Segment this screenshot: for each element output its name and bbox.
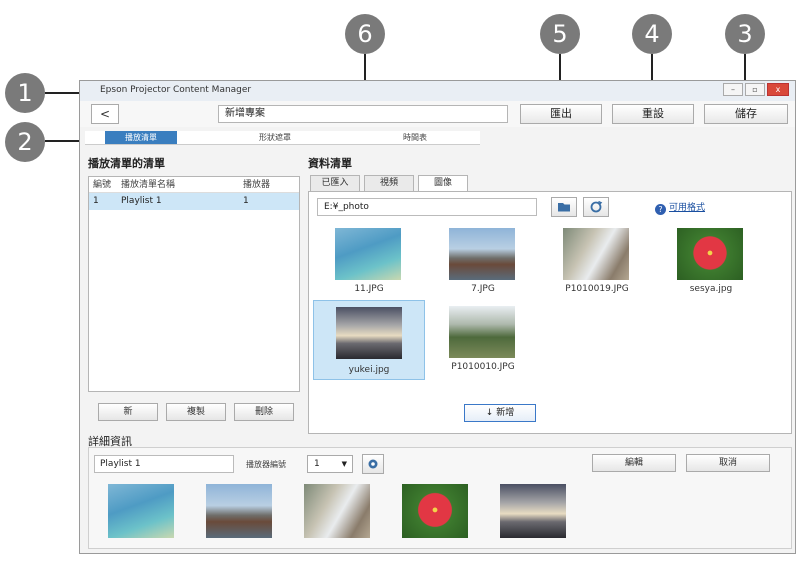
maximize-icon[interactable]: ▫ xyxy=(745,83,765,96)
thumbnail-image xyxy=(336,307,402,359)
delete-playlist-button[interactable]: 刪除 xyxy=(234,403,294,421)
col-player: 播放器 xyxy=(243,180,271,190)
row-number: 1 xyxy=(93,196,99,206)
table-row[interactable]: 1 Playlist 1 1 xyxy=(89,193,299,210)
folder-icon xyxy=(558,203,570,212)
step-shape-mask[interactable]: 形狀遮罩 xyxy=(235,131,315,144)
player-settings-button[interactable] xyxy=(362,454,384,474)
edit-button[interactable]: 編輯 xyxy=(592,454,676,472)
thumbnail-image xyxy=(563,228,629,280)
title-bar: Epson Projector Content Manager – ▫ x xyxy=(80,81,795,101)
row-playlist-name: Playlist 1 xyxy=(121,196,162,206)
project-name-field[interactable]: 新增專案 xyxy=(218,105,508,123)
thumbnail-image xyxy=(335,228,401,280)
new-playlist-button[interactable]: 新 xyxy=(98,403,158,421)
playlist-strip-image xyxy=(108,484,174,538)
thumbnail-label: 11.JPG xyxy=(354,284,384,294)
thumbnail-item[interactable]: P1010019.JPG xyxy=(541,224,653,300)
cancel-button[interactable]: 取消 xyxy=(686,454,770,472)
thumbnail-item[interactable]: sesya.jpg xyxy=(655,224,767,300)
thumbnail-label: yukei.jpg xyxy=(348,365,390,375)
callout-3: 3 xyxy=(725,14,765,54)
callout-5: 5 xyxy=(540,14,580,54)
tab-video[interactable]: 視頻 xyxy=(364,175,414,191)
close-icon[interactable]: x xyxy=(767,83,789,96)
thumbnail-image xyxy=(449,228,515,280)
thumbnail-label: sesya.jpg xyxy=(689,284,733,294)
window-controls: – ▫ x xyxy=(723,83,789,96)
refresh-button[interactable] xyxy=(583,197,609,217)
playlist-table-header: 編號 播放清單名稱 播放器 xyxy=(89,177,299,193)
thumbnail-item[interactable]: P1010010.JPG xyxy=(427,302,539,378)
thumbnail-label: P1010019.JPG xyxy=(565,284,629,294)
gear-icon xyxy=(368,459,378,469)
app-title: Epson Projector Content Manager xyxy=(100,85,252,95)
player-number-value: 1 xyxy=(314,459,320,469)
thumbnail-item-selected[interactable]: yukei.jpg xyxy=(313,300,425,380)
playlist-list-title: 播放清單的清單 xyxy=(88,157,165,170)
folder-path-field[interactable]: E:¥_photo xyxy=(317,198,537,216)
playlist-strip-image xyxy=(304,484,370,538)
minimize-icon[interactable]: – xyxy=(723,83,743,96)
step-schedule[interactable]: 時間表 xyxy=(375,131,455,144)
help-icon: ? xyxy=(655,204,666,215)
playlist-name-field[interactable]: Playlist 1 xyxy=(94,455,234,473)
leader-line-2 xyxy=(45,140,83,142)
step-playlist[interactable]: 播放清單 xyxy=(105,131,177,144)
tab-imported[interactable]: 已匯入 xyxy=(310,175,360,191)
step-tabs: 播放清單 形狀遮罩 時間表 xyxy=(85,131,480,145)
col-number: 編號 xyxy=(93,180,112,190)
player-number-label: 播放器編號 xyxy=(246,460,286,469)
callout-6: 6 xyxy=(345,14,385,54)
back-button[interactable]: < xyxy=(91,104,119,124)
toolbar: < 新增專案 匯出 重設 儲存 xyxy=(80,101,795,127)
playlist-table: 編號 播放清單名稱 播放器 1 Playlist 1 1 xyxy=(88,176,300,392)
thumbnail-item[interactable]: 7.JPG xyxy=(427,224,539,300)
data-list-title: 資料清單 xyxy=(308,157,352,170)
copy-playlist-button[interactable]: 複製 xyxy=(166,403,226,421)
thumbnail-image xyxy=(677,228,743,280)
refresh-icon xyxy=(590,200,603,213)
open-folder-button[interactable] xyxy=(551,197,577,217)
callout-4: 4 xyxy=(632,14,672,54)
player-number-select[interactable]: 1 ▼ xyxy=(307,455,353,473)
thumbnail-item[interactable]: 11.JPG xyxy=(313,224,425,300)
callout-2: 2 xyxy=(5,122,45,162)
export-button[interactable]: 匯出 xyxy=(520,104,602,124)
thumbnail-image xyxy=(449,306,515,358)
available-formats-link[interactable]: ? 可用格式 xyxy=(655,200,705,215)
callout-1: 1 xyxy=(5,73,45,113)
chevron-down-icon: ▼ xyxy=(341,460,347,468)
available-formats-label: 可用格式 xyxy=(669,203,706,213)
col-playlist-name: 播放清單名稱 xyxy=(121,180,176,190)
app-window: Epson Projector Content Manager – ▫ x < … xyxy=(79,80,796,554)
save-button[interactable]: 儲存 xyxy=(704,104,788,124)
thumbnail-label: 7.JPG xyxy=(471,284,495,294)
playlist-strip-image xyxy=(402,484,468,538)
playlist-strip-image xyxy=(500,484,566,538)
data-list-panel: E:¥_photo ? 可用格式 11.JPG 7.JPG P1010019.JP… xyxy=(308,191,792,434)
row-player: 1 xyxy=(243,196,249,206)
add-button[interactable]: ↓ 新增 xyxy=(464,404,536,422)
tab-image[interactable]: 圖像 xyxy=(418,175,468,192)
thumbnail-label: P1010010.JPG xyxy=(451,362,515,372)
playlist-strip-image xyxy=(206,484,272,538)
reset-button[interactable]: 重設 xyxy=(612,104,694,124)
